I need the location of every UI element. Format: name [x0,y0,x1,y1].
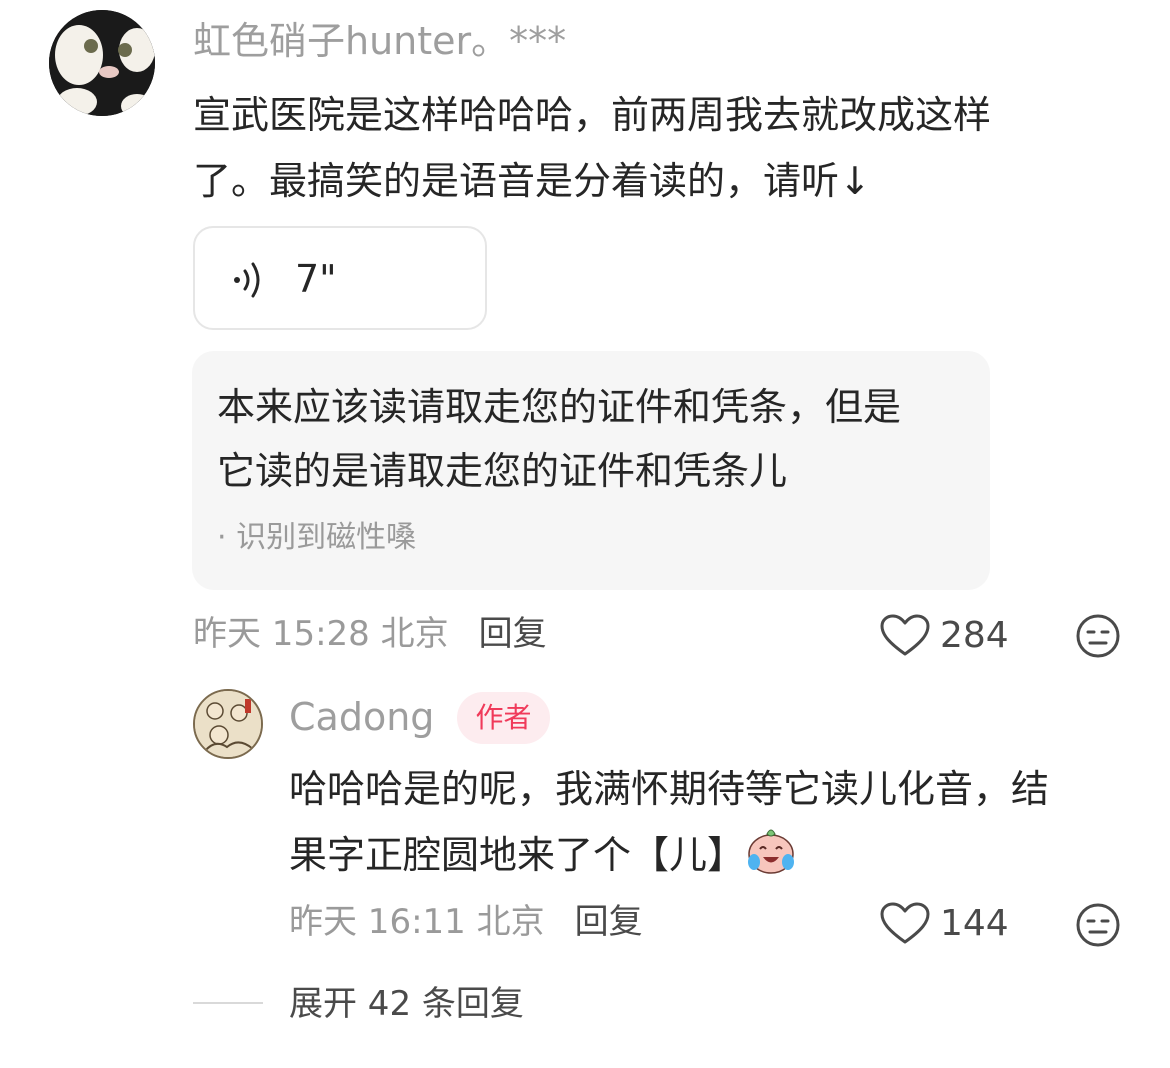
like-count: 144 [940,903,1009,944]
like-count: 284 [940,615,1009,656]
dislike-button[interactable] [1075,902,1121,952]
comment-meta: 昨天 15:28 北京 回复 [193,612,547,656]
dislike-button[interactable] [1075,613,1121,663]
reply-username[interactable]: Cadong [289,694,434,740]
transcript-recognition-note: · 识别到磁性嗓 [217,520,417,555]
neutral-face-icon [1076,903,1120,947]
reply-button[interactable]: 回复 [479,614,547,654]
cat-avatar-image [49,10,155,116]
reply-text-line: 果字正腔圆地来了个【儿】 [289,822,1149,888]
like-button[interactable]: 284 [880,614,1009,658]
avatar[interactable] [49,10,155,116]
neutral-face-icon [1076,614,1120,658]
comment-text-line: 宣武医院是这样哈哈哈，前两周我去就改成这样 [193,93,992,137]
divider [193,1002,263,1004]
reply-text-content: 果字正腔圆地来了个【儿】 [289,833,746,877]
comment-text-line: 了。最搞笑的是语音是分着读的，请听↓ [193,159,871,203]
voice-transcript: 本来应该读请取走您的证件和凭条，但是 它读的是请取走您的证件和凭条儿 · 识别到… [192,351,990,590]
sound-wave-icon [234,262,260,298]
expand-replies-button[interactable]: 展开 42 条回复 [289,980,524,1028]
heart-outline-icon [880,614,930,656]
reply-avatar[interactable] [193,689,263,759]
reply-timestamp: 昨天 16:11 北京 [289,902,545,942]
reply-text-line: 哈哈哈是的呢，我满怀期待等它读儿化音，结 [289,767,1050,811]
comment-text: 宣武医院是这样哈哈哈，前两周我去就改成这样 了。最搞笑的是语音是分着读的，请听↓ [193,82,1093,214]
author-badge: 作者 [457,692,550,744]
like-button[interactable]: 144 [880,902,1009,946]
crying-laughing-face-icon [748,829,795,874]
reply-button[interactable]: 回复 [575,902,643,942]
heart-outline-icon [880,902,930,944]
voice-message-button[interactable]: 7" [193,226,487,330]
reply-meta: 昨天 16:11 北京 回复 [289,900,643,944]
transcript-text: 本来应该读请取走您的证件和凭条，但是 它读的是请取走您的证件和凭条儿 [217,375,977,503]
comment-username[interactable]: 虹色硝子hunter。*** [193,18,566,64]
comment-timestamp: 昨天 15:28 北京 [193,614,449,654]
reply-text: 哈哈哈是的呢，我满怀期待等它读儿化音，结 果字正腔圆地来了个【儿】 [289,756,1149,888]
transcript-line: 本来应该读请取走您的证件和凭条，但是 [217,385,902,429]
transcript-line: 它读的是请取走您的证件和凭条儿 [217,449,788,493]
illustrated-avatar-image [195,691,261,757]
voice-duration: 7" [295,257,337,301]
